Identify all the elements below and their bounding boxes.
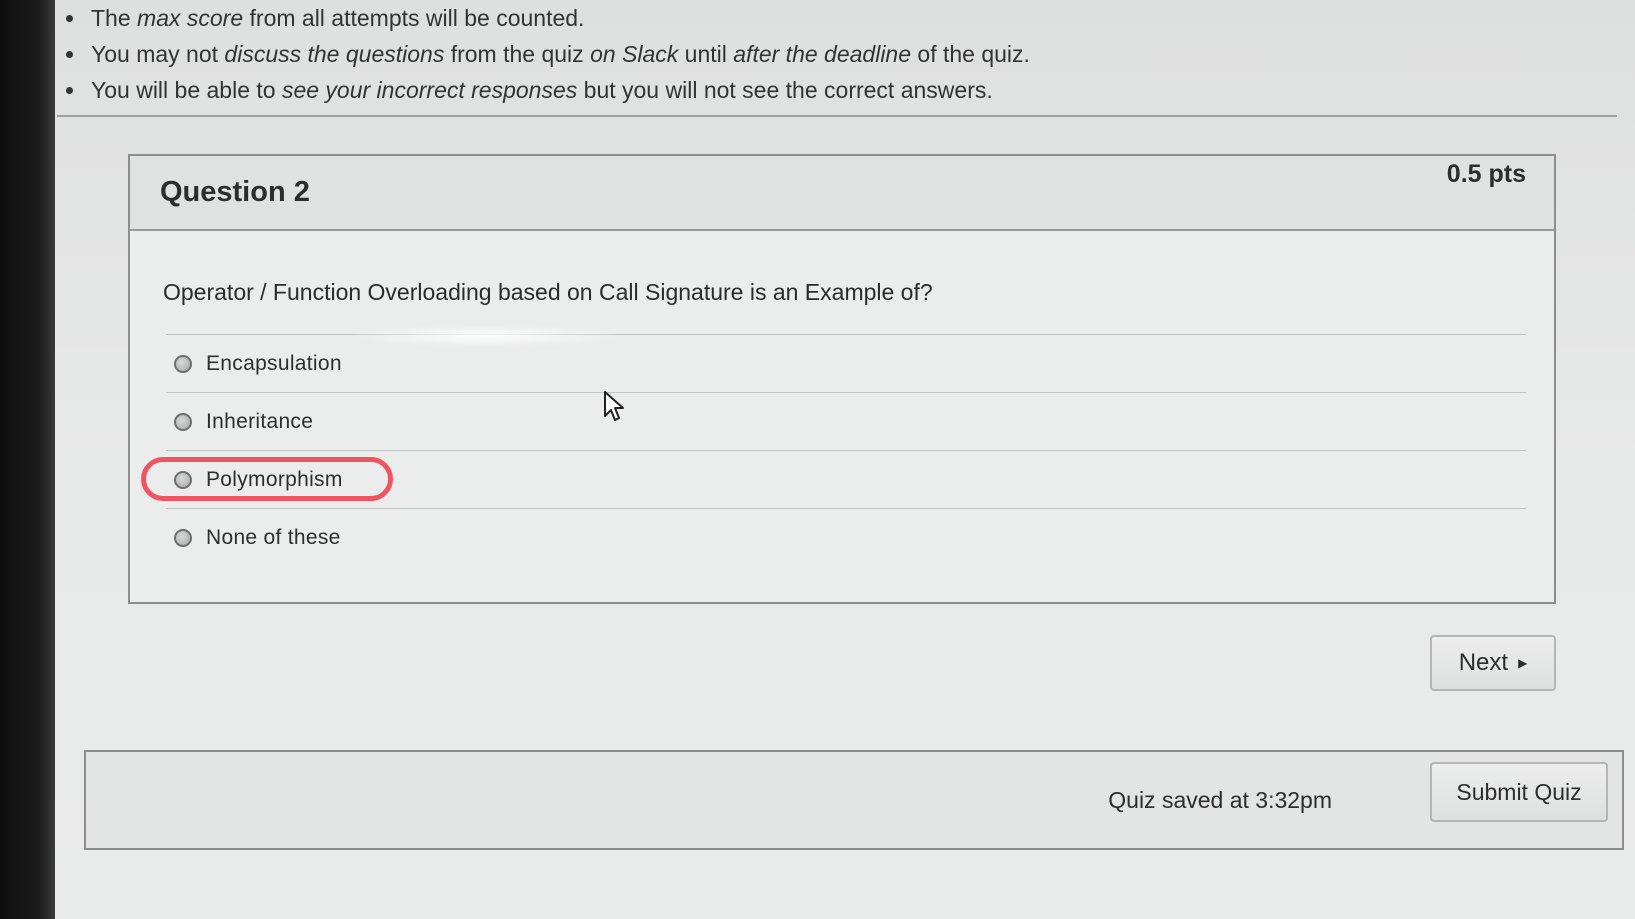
radio-button[interactable] xyxy=(174,528,192,547)
question-header: Question 2 0.5 pts xyxy=(130,156,1554,231)
quiz-footer-bar: Quiz saved at 3:32pm Submit Quiz xyxy=(84,750,1624,850)
instruction-item: The max score from all attempts will be … xyxy=(57,0,1617,36)
question-text: Operator / Function Overloading based on… xyxy=(163,279,933,305)
instructions-list: The max score from all attempts will be … xyxy=(57,0,1617,108)
answer-option-polymorphism[interactable]: Polymorphism xyxy=(141,450,1526,508)
instruction-item: You may not discuss the questions from t… xyxy=(57,36,1617,72)
answer-label: Inheritance xyxy=(206,409,314,433)
answer-label: None of these xyxy=(206,525,341,549)
submit-quiz-button[interactable]: Submit Quiz xyxy=(1430,762,1608,822)
next-button[interactable]: Next ▶ xyxy=(1430,635,1556,691)
radio-button[interactable] xyxy=(174,470,192,489)
triangle-right-icon: ▶ xyxy=(1518,656,1528,670)
screen-glare xyxy=(355,325,615,347)
radio-button[interactable] xyxy=(174,354,192,373)
answer-option-inheritance[interactable]: Inheritance xyxy=(166,392,1526,450)
question-card: Question 2 0.5 pts Operator / Function O… xyxy=(128,154,1556,604)
quiz-saved-status: Quiz saved at 3:32pm xyxy=(1108,787,1332,813)
monitor-bezel xyxy=(0,0,55,919)
mouse-cursor-icon xyxy=(604,391,624,421)
divider xyxy=(57,115,1617,117)
answer-option-none-of-these[interactable]: None of these xyxy=(166,508,1526,566)
next-label: Next xyxy=(1458,649,1509,676)
question-title: Question 2 xyxy=(160,176,310,208)
instruction-item: You will be able to see your incorrect r… xyxy=(57,72,1617,108)
radio-button[interactable] xyxy=(174,412,192,431)
answer-label: Polymorphism xyxy=(206,467,343,491)
question-points: 0.5 pts xyxy=(1446,160,1526,188)
answer-label: Encapsulation xyxy=(206,351,342,375)
answer-list: Encapsulation Inheritance Polymorphism N… xyxy=(141,334,1526,566)
